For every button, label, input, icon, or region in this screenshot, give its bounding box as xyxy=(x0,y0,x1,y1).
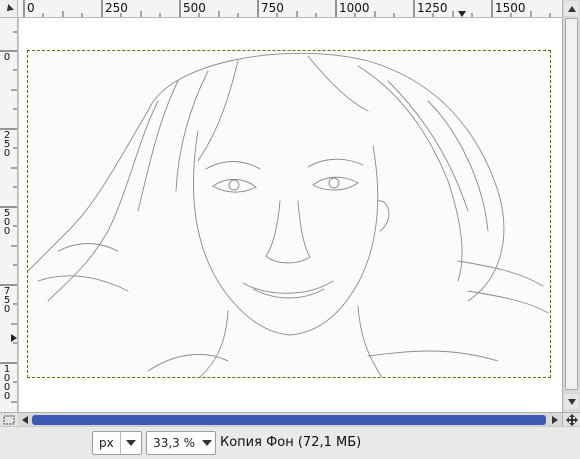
layer-boundary xyxy=(27,50,551,378)
zoom-selector[interactable]: 33,3 % xyxy=(146,431,216,455)
pointer-arrow-icon xyxy=(3,3,14,14)
unit-dropdown-button[interactable] xyxy=(120,432,141,454)
chevron-down-icon xyxy=(126,440,136,446)
chevron-up-icon xyxy=(567,5,576,12)
vruler-label: 0 xyxy=(3,52,11,63)
hruler-label: 1000 xyxy=(339,1,370,15)
zoom-value[interactable]: 33,3 % xyxy=(147,436,199,450)
unit-value: px xyxy=(99,436,114,450)
hruler-label: 0 xyxy=(27,1,35,15)
layer-info-label: Копия Фон (72,1 МБ) xyxy=(220,435,362,450)
unit-selector[interactable]: px xyxy=(92,431,142,455)
chevron-down-icon xyxy=(567,398,576,405)
chevron-right-icon xyxy=(552,415,558,424)
sketch-portrait-image xyxy=(28,52,549,377)
scroll-down-button[interactable] xyxy=(564,394,579,409)
ruler-corner-menu-button[interactable] xyxy=(0,0,18,18)
vruler-label: 7 5 0 xyxy=(3,286,11,315)
hruler-label: 1500 xyxy=(495,1,526,15)
horizontal-ruler-ticks xyxy=(23,0,551,17)
vertical-scrollbar-thumb[interactable] xyxy=(565,18,578,390)
horizontal-scrollbar[interactable] xyxy=(18,412,562,426)
horizontal-scrollbar-thumb[interactable] xyxy=(32,415,546,425)
zoom-dropdown-button[interactable] xyxy=(199,432,215,454)
vruler-label: 5 0 0 xyxy=(3,208,11,237)
image-canvas[interactable] xyxy=(18,18,562,412)
horizontal-ruler[interactable]: 0 250 500 750 1000 1250 1500 xyxy=(18,0,562,18)
navigate-cross-icon xyxy=(565,413,578,426)
scroll-right-button[interactable] xyxy=(548,413,562,426)
quick-mask-icon xyxy=(3,415,15,424)
vertical-scrollbar[interactable] xyxy=(562,0,580,412)
hruler-label: 250 xyxy=(105,1,128,15)
hruler-label: 500 xyxy=(183,1,206,15)
scroll-left-button[interactable] xyxy=(18,413,32,426)
chevron-left-icon xyxy=(22,415,28,424)
vruler-label: 1 0 0 0 xyxy=(3,364,11,402)
navigate-button[interactable] xyxy=(562,412,580,426)
hruler-label: 750 xyxy=(261,1,284,15)
quick-mask-button[interactable] xyxy=(0,412,18,426)
scroll-up-button[interactable] xyxy=(564,1,579,16)
status-bar: px 33,3 % Копия Фон (72,1 МБ) xyxy=(0,426,580,459)
hruler-label: 1250 xyxy=(417,1,448,15)
chevron-down-icon xyxy=(202,440,212,446)
vruler-label: 2 5 0 xyxy=(3,130,11,159)
vertical-ruler[interactable]: 0 2 5 0 5 0 0 7 5 0 1 0 0 0 xyxy=(0,18,18,412)
